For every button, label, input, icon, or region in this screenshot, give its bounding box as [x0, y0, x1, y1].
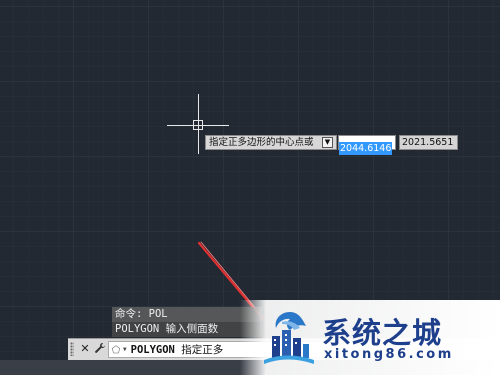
watermark-url: xitong86.com: [324, 347, 454, 362]
close-icon[interactable]: ✕: [78, 342, 92, 356]
wrench-icon[interactable]: [93, 342, 107, 356]
drag-grip-icon[interactable]: [70, 342, 74, 356]
command-prompt-text: 指定正多: [181, 344, 224, 356]
city-logo-icon: [264, 312, 314, 364]
command-name: POLYGON: [130, 344, 175, 356]
chevron-down-icon[interactable]: ▼: [123, 346, 127, 353]
polygon-icon[interactable]: ⬠: [109, 343, 123, 357]
watermark: 系统之城 xitong86.com: [240, 300, 500, 375]
watermark-title: 系统之城: [322, 316, 443, 350]
